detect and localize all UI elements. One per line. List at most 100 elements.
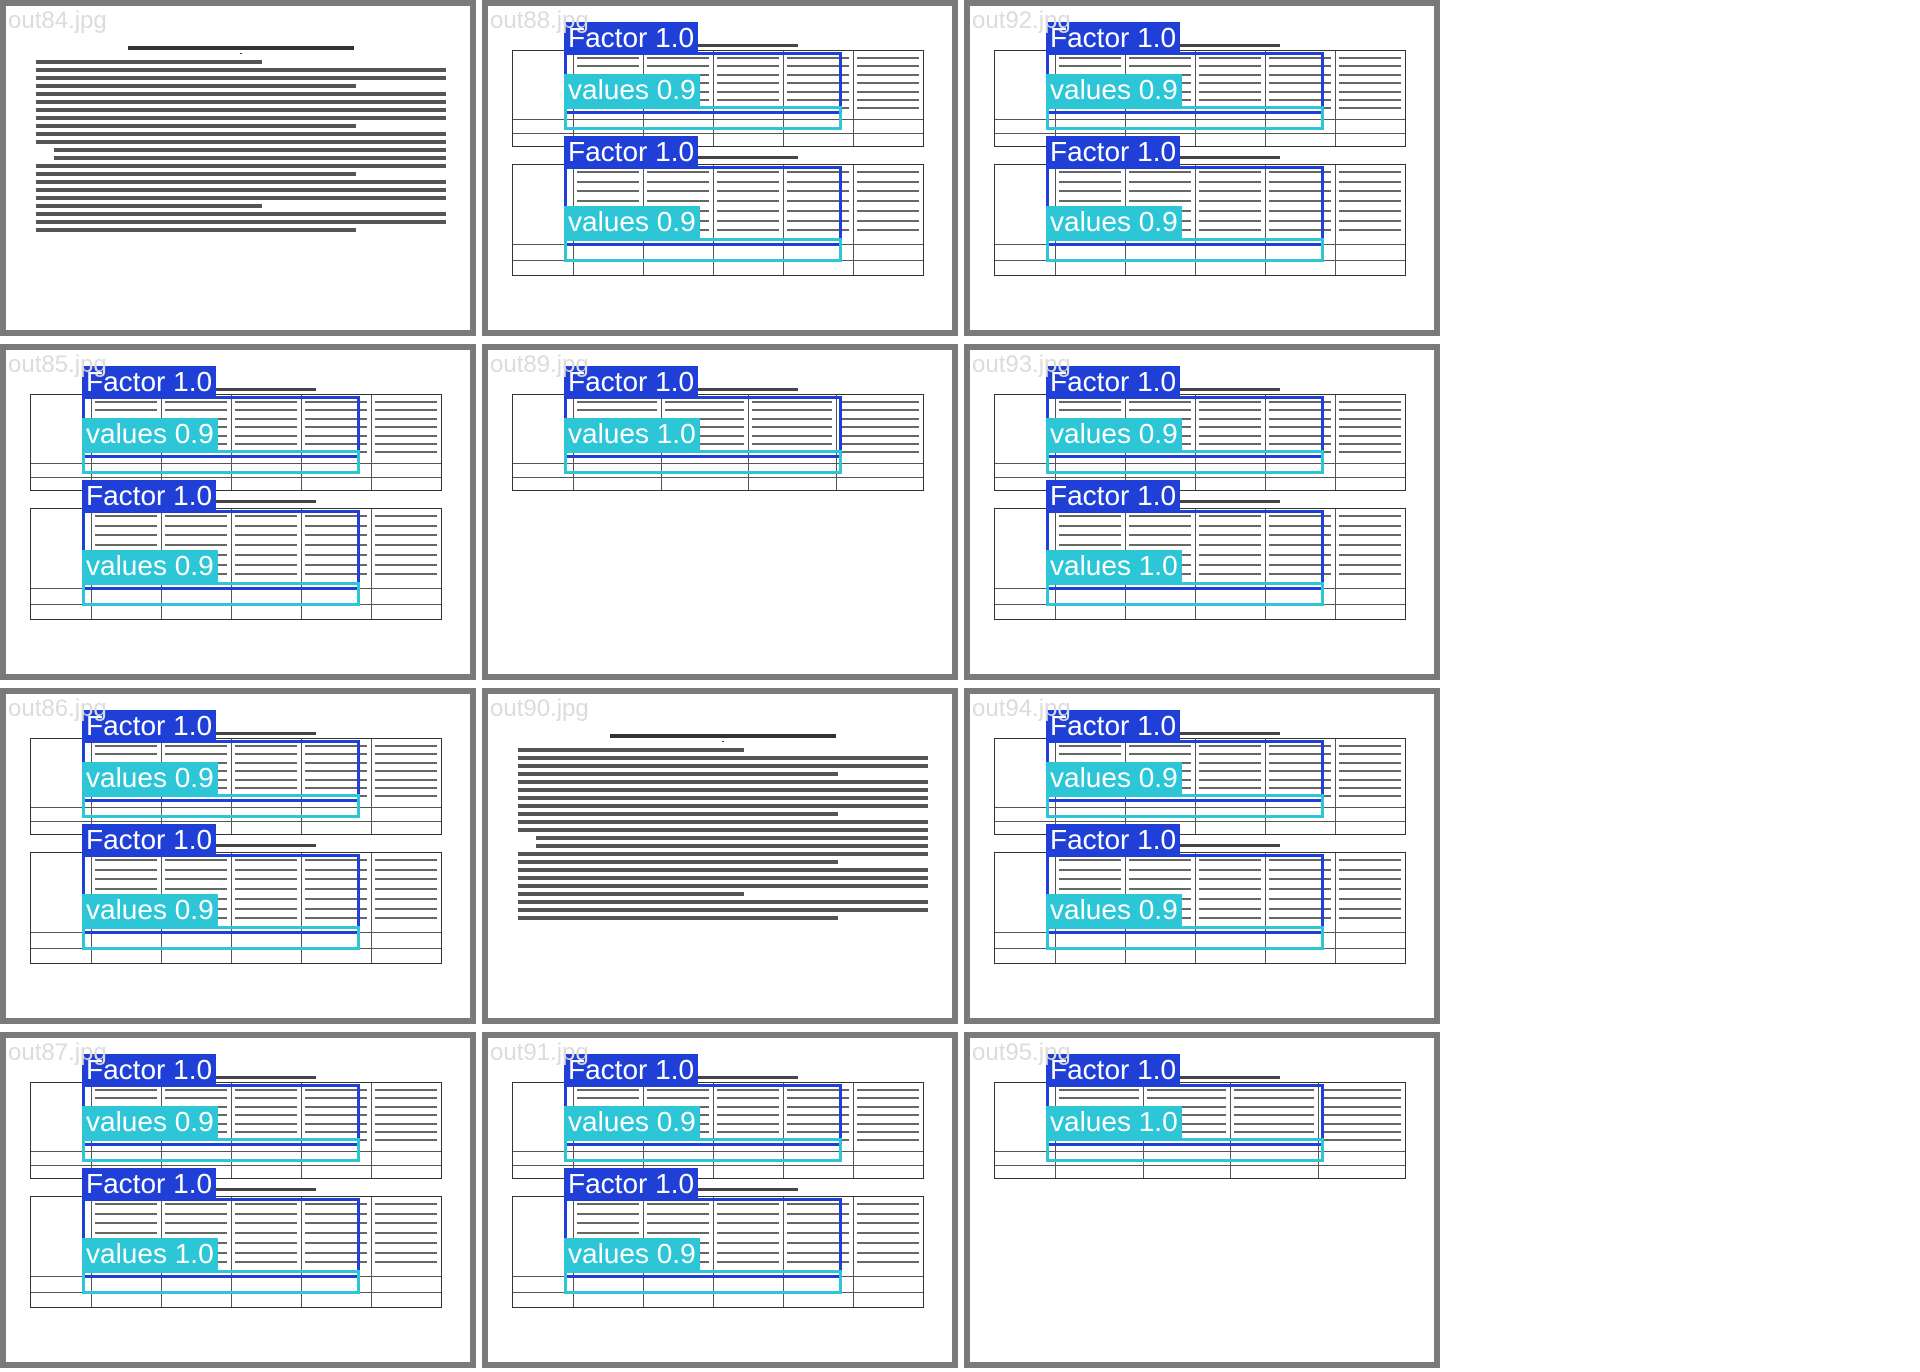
cell-text-line	[839, 451, 919, 454]
text-line	[518, 908, 928, 912]
values-box	[564, 450, 842, 474]
thumbnail-out93: out93.jpg Factor 1.0 values 0.9 Factor 1.0 v…	[964, 344, 1440, 680]
text-line	[36, 60, 262, 64]
filename-label: out85.jpg	[8, 351, 107, 378]
cell-text-line	[375, 544, 437, 547]
cell-text-line	[1321, 1122, 1401, 1125]
cell-text-line	[375, 515, 437, 517]
text-line	[36, 172, 356, 176]
cell-text-line	[375, 409, 437, 412]
text-line	[518, 820, 928, 824]
cell-text-line	[375, 417, 437, 420]
cell-text-line	[375, 868, 437, 871]
cell-text-line	[375, 907, 437, 910]
cell-text-line	[857, 219, 919, 222]
text-line	[54, 156, 446, 160]
factor-label: Factor 1.0	[82, 1168, 217, 1200]
cell-text-line	[857, 1251, 919, 1254]
values-box	[82, 582, 360, 606]
cell-text-line	[857, 99, 919, 102]
text-line	[536, 844, 928, 848]
cell-text-line	[375, 878, 437, 881]
filename-label: out87.jpg	[8, 1039, 107, 1066]
cell-text-line	[857, 1261, 919, 1264]
text-line	[36, 100, 446, 104]
table-row-line	[31, 476, 441, 478]
values-label: values 1.0	[1046, 550, 1182, 582]
table-row-line	[995, 476, 1405, 478]
cell-text-line	[375, 553, 437, 556]
cell-text-line	[857, 1241, 919, 1244]
cell-text-line	[1339, 524, 1401, 527]
thumbnail-out89: out89.jpg Factor 1.0 values 1.0	[482, 344, 958, 680]
values-label: values 0.9	[1046, 762, 1182, 794]
thumbnail-out95: out95.jpg Factor 1.0 values 1.0	[964, 1032, 1440, 1368]
text-line	[518, 892, 744, 896]
text-line	[518, 916, 838, 920]
values-box	[1046, 106, 1324, 130]
table-heading-line	[1170, 500, 1280, 503]
text-line	[36, 116, 446, 120]
cell-text-line	[857, 1222, 919, 1225]
text-line	[36, 84, 356, 88]
cell-text-line	[375, 1232, 437, 1235]
thumbnail-out84: out84.jpg	[0, 0, 476, 336]
table-row-line	[513, 1164, 923, 1166]
cell-text-line	[375, 524, 437, 527]
text-line	[36, 68, 446, 72]
thumbnail-out91: out91.jpg Factor 1.0 values 0.9 Factor 1.0 v…	[482, 1032, 958, 1368]
cell-text-line	[375, 1114, 437, 1117]
text-line	[518, 860, 838, 864]
factor-label: Factor 1.0	[82, 480, 217, 512]
cell-text-line	[375, 787, 437, 790]
values-label: values 1.0	[564, 418, 700, 450]
values-label: values 0.9	[564, 74, 700, 106]
text-line	[36, 164, 446, 168]
cell-text-line	[375, 1222, 437, 1225]
cell-text-line	[375, 753, 437, 756]
values-label: values 0.9	[1046, 206, 1182, 238]
cell-text-line	[375, 1261, 437, 1264]
cell-text-line	[1321, 1139, 1401, 1142]
factor-label: Factor 1.0	[1046, 824, 1181, 856]
cell-text-line	[857, 1097, 919, 1100]
values-box	[1046, 238, 1324, 262]
cell-text-line	[1339, 451, 1401, 454]
cell-text-line	[857, 229, 919, 232]
values-box	[564, 1270, 842, 1294]
table-column-line	[371, 1197, 372, 1307]
cell-text-line	[839, 417, 919, 420]
text-line	[518, 764, 928, 768]
cell-text-line	[857, 65, 919, 68]
text-line	[36, 228, 356, 232]
text-line	[518, 884, 928, 888]
table-heading-line	[688, 1076, 798, 1079]
filename-label: out91.jpg	[490, 1039, 589, 1066]
values-box	[82, 926, 360, 950]
values-box	[564, 1138, 842, 1162]
cell-text-line	[857, 171, 919, 173]
cell-text-line	[1339, 171, 1401, 173]
cell-text-line	[1339, 426, 1401, 429]
table-column-line	[853, 165, 854, 275]
cell-text-line	[1321, 1131, 1401, 1134]
document-text	[36, 46, 446, 236]
cell-text-line	[375, 859, 437, 861]
cell-text-line	[375, 451, 437, 454]
cell-text-line	[375, 401, 437, 403]
table-heading-line	[1170, 844, 1280, 847]
cell-text-line	[375, 1122, 437, 1125]
thumbnail-out92: out92.jpg Factor 1.0 values 0.9 Factor 1.0 v…	[964, 0, 1440, 336]
thumbnail-out86: out86.jpg Factor 1.0 values 0.9 Factor 1.0 v…	[0, 688, 476, 1024]
filename-label: out94.jpg	[972, 695, 1071, 722]
doc-heading-line	[128, 46, 354, 50]
cell-text-line	[375, 1097, 437, 1100]
text-line	[36, 212, 446, 216]
table-row-line	[995, 1164, 1405, 1166]
cell-text-line	[1339, 878, 1401, 881]
cell-text-line	[1339, 65, 1401, 68]
cell-text-line	[857, 73, 919, 76]
values-label: values 0.9	[564, 206, 700, 238]
values-label: values 0.9	[564, 1238, 700, 1270]
thumbnail-out90: out90.jpg	[482, 688, 958, 1024]
